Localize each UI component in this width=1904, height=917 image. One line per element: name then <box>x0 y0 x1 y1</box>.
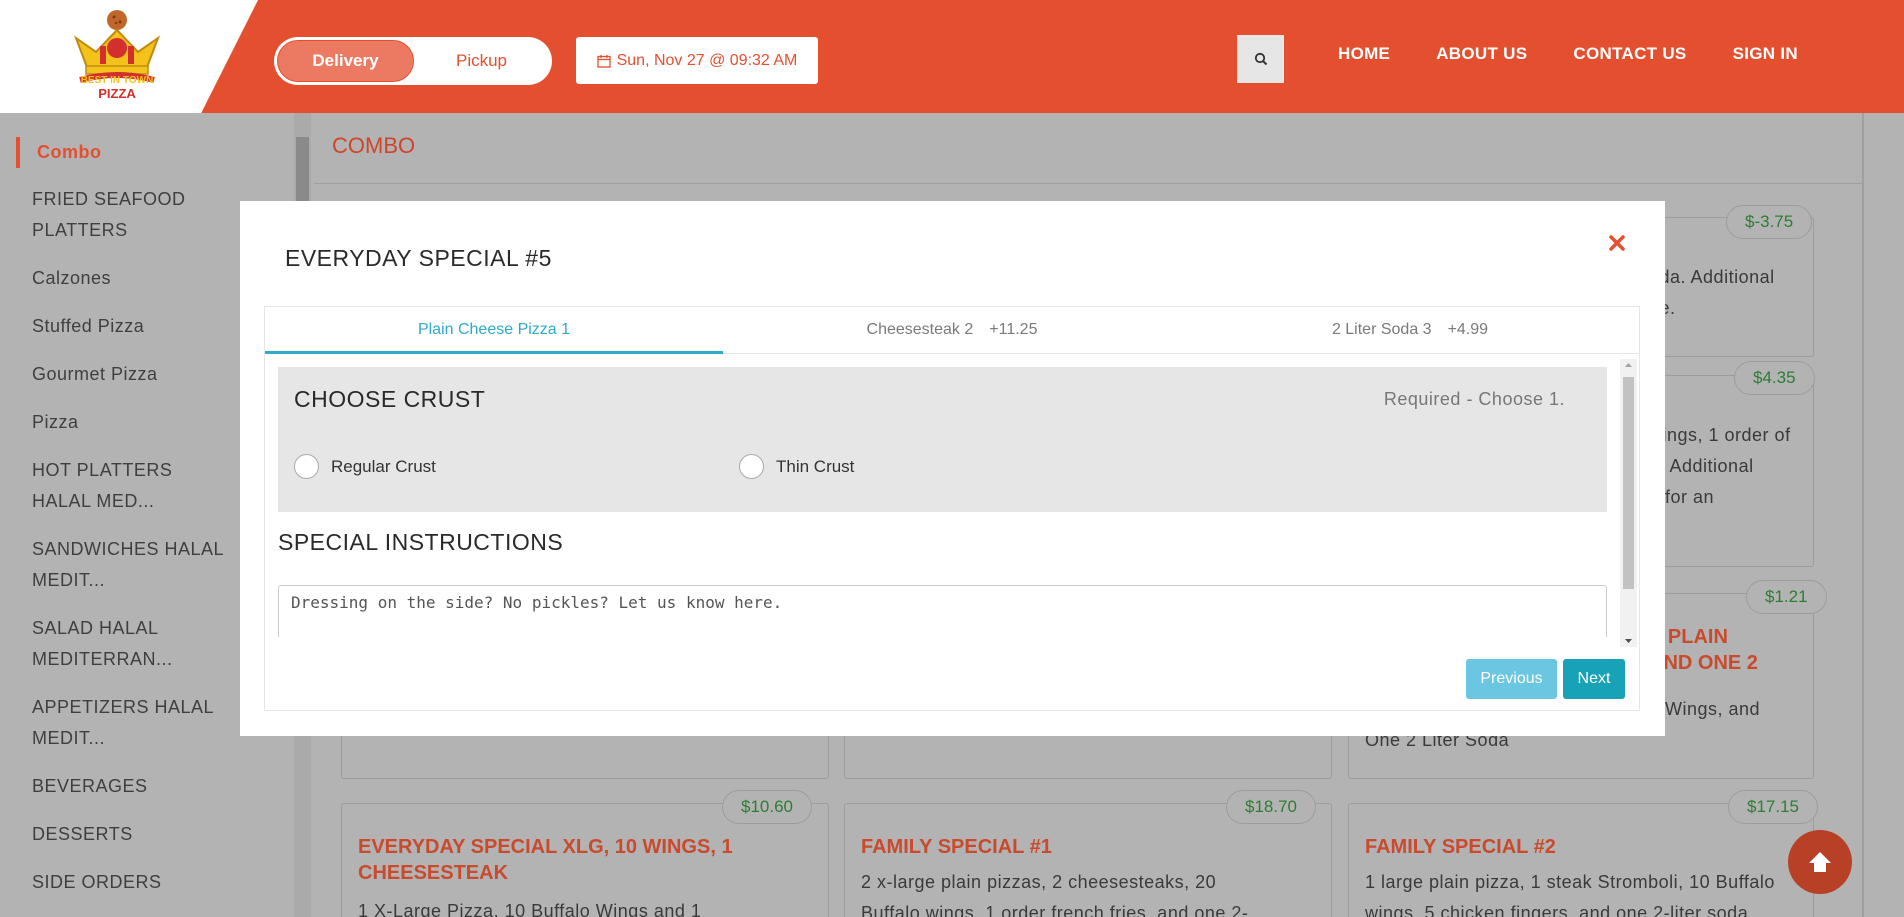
card-description: Buffalo wings, 1 order french fries, and… <box>861 903 1249 917</box>
search-icon <box>1254 52 1267 66</box>
sidebar-item-gourmet-pizza[interactable]: Gourmet Pizza <box>32 359 232 390</box>
radio-button[interactable] <box>739 454 764 479</box>
datetime-picker-button[interactable]: Sun, Nov 27 @ 09:32 AM <box>576 37 818 84</box>
nav-about-us[interactable]: ABOUT US <box>1436 44 1527 64</box>
price-badge: $17.15 <box>1728 790 1818 824</box>
modal-title: EVERYDAY SPECIAL #5 <box>285 245 552 271</box>
previous-button[interactable]: Previous <box>1466 659 1557 699</box>
nav-home[interactable]: HOME <box>1338 44 1390 64</box>
card-title: FAMILY SPECIAL #1 <box>861 836 1052 858</box>
svg-text:BEST IN TOWN: BEST IN TOWN <box>81 75 154 86</box>
card-title-line: EVERYDAY SPECIAL XLG, 10 WINGS, 1 <box>358 836 733 858</box>
price-badge: $-3.75 <box>1726 205 1813 239</box>
tab-label: Cheesesteak 2 <box>866 321 974 338</box>
price-badge: $10.60 <box>722 790 812 824</box>
sidebar-item-beverages[interactable]: BEVERAGES <box>32 771 232 802</box>
price-badge: $4.35 <box>1734 361 1815 395</box>
card-description: oda. Additional <box>1649 267 1775 287</box>
next-button[interactable]: Next <box>1563 659 1625 699</box>
sidebar-item-calzones[interactable]: Calzones <box>32 263 232 294</box>
calendar-icon <box>596 54 611 68</box>
pickup-button[interactable]: Pickup <box>414 40 549 82</box>
thin-crust-option[interactable]: Thin Crust <box>739 454 854 479</box>
tab-cheesesteak[interactable]: Cheesesteak 2 +11.25 <box>723 307 1181 353</box>
sidebar-item-fried-seafood-platters[interactable]: FRIED SEAFOOD PLATTERS <box>32 184 232 246</box>
card-description: 1 large plain pizza, 1 steak Stromboli, … <box>1365 872 1775 892</box>
price-badge: $1.21 <box>1746 580 1827 614</box>
section-title: COMBO <box>332 133 416 158</box>
nav-sign-in[interactable]: SIGN IN <box>1733 44 1798 64</box>
scroll-down-arrow-icon[interactable] <box>1620 635 1637 647</box>
search-button[interactable] <box>1237 35 1284 83</box>
tab-label: 2 Liter Soda 3 <box>1331 321 1432 338</box>
options-scrollbar-thumb[interactable] <box>1623 377 1634 589</box>
restaurant-logo[interactable]: BEST IN TOWN PIZZA <box>70 8 166 104</box>
card-description: wings, 1 order of <box>1649 425 1791 445</box>
content-border <box>1862 113 1864 917</box>
card-description: 2 x-large plain pizzas, 2 cheesesteaks, … <box>861 872 1217 892</box>
radio-button[interactable] <box>294 454 319 479</box>
sidebar-item-sandwiches[interactable]: SANDWICHES HALAL MEDIT... <box>32 534 232 596</box>
tab-price: +11.25 <box>989 321 1038 338</box>
option-label: Regular Crust <box>331 456 436 476</box>
crust-requirement: Required - Choose 1. <box>1383 389 1565 409</box>
tab-price: +4.99 <box>1447 321 1489 338</box>
arrow-up-icon <box>1809 852 1831 872</box>
close-icon[interactable] <box>1605 231 1629 255</box>
card-description: 1 X-Large Pizza, 10 Buffalo Wings and 1 <box>358 901 702 917</box>
price-badge: $18.70 <box>1226 790 1316 824</box>
card-title-line: CHEESESTEAK <box>358 862 509 884</box>
sidebar-item-hot-platters[interactable]: HOT PLATTERS HALAL MED... <box>32 455 232 517</box>
combo-item-tabs: Plain Cheese Pizza 1 Cheesesteak 2 +11.2… <box>265 307 1639 354</box>
delivery-button[interactable]: Delivery <box>277 40 414 82</box>
sidebar-item-pizza[interactable]: Pizza <box>32 407 232 438</box>
tab-plain-cheese-pizza[interactable]: Plain Cheese Pizza 1 <box>265 307 723 354</box>
special-instructions-title: SPECIAL INSTRUCTIONS <box>278 529 564 555</box>
options-pane: CHOOSE CRUST Required - Choose 1. Regula… <box>278 359 1629 637</box>
sidebar-item-stuffed-pizza[interactable]: Stuffed Pizza <box>32 311 232 342</box>
crust-group-title: CHOOSE CRUST <box>294 386 486 412</box>
order-mode-toggle[interactable]: Delivery Pickup <box>274 37 552 85</box>
card-title: FAMILY SPECIAL #2 <box>1365 836 1556 858</box>
svg-text:PIZZA: PIZZA <box>98 86 136 101</box>
scroll-up-arrow-icon[interactable] <box>1620 359 1637 371</box>
tab-2-liter-soda[interactable]: 2 Liter Soda 3 +4.99 <box>1181 307 1639 353</box>
datetime-label: Sun, Nov 27 @ 09:32 AM <box>616 51 798 69</box>
nav-contact-us[interactable]: CONTACT US <box>1573 44 1686 64</box>
main-nav: HOME ABOUT US CONTACT US SIGN IN <box>1338 44 1798 64</box>
card-description: wings, 5 chicken fingers, and one 2-lite… <box>1365 903 1754 917</box>
sidebar-item-desserts[interactable]: DESSERTS <box>32 819 232 850</box>
sidebar-item-combo[interactable]: Combo <box>16 137 216 168</box>
modal-body: Plain Cheese Pizza 1 Cheesesteak 2 +11.2… <box>264 306 1640 711</box>
item-options-modal: EVERYDAY SPECIAL #5 Plain Cheese Pizza 1… <box>240 201 1665 736</box>
section-divider <box>314 183 1864 184</box>
card-description: o Wings, and <box>1649 699 1761 719</box>
option-label: Thin Crust <box>776 456 855 476</box>
sidebar-item-salad[interactable]: SALAD HALAL MEDITERRAN... <box>32 613 232 675</box>
tab-label: Plain Cheese Pizza 1 <box>417 321 571 338</box>
top-header: BEST IN TOWN PIZZA Delivery Pickup Sun, … <box>0 0 1904 113</box>
sidebar-item-appetizers[interactable]: APPETIZERS HALAL MEDIT... <box>32 692 232 754</box>
scroll-to-top-button[interactable] <box>1788 830 1852 894</box>
card-title: EVERYDAY SPECIAL XLG, 10 WINGS, 1 CHEESE… <box>358 834 818 886</box>
sidebar-item-side-orders[interactable]: SIDE ORDERS <box>32 867 232 898</box>
special-instructions-input[interactable] <box>278 585 1607 637</box>
card-title: AND ONE 2 <box>1649 652 1758 674</box>
regular-crust-option[interactable]: Regular Crust <box>294 454 436 479</box>
crust-option-group: CHOOSE CRUST Required - Choose 1. Regula… <box>278 367 1607 512</box>
